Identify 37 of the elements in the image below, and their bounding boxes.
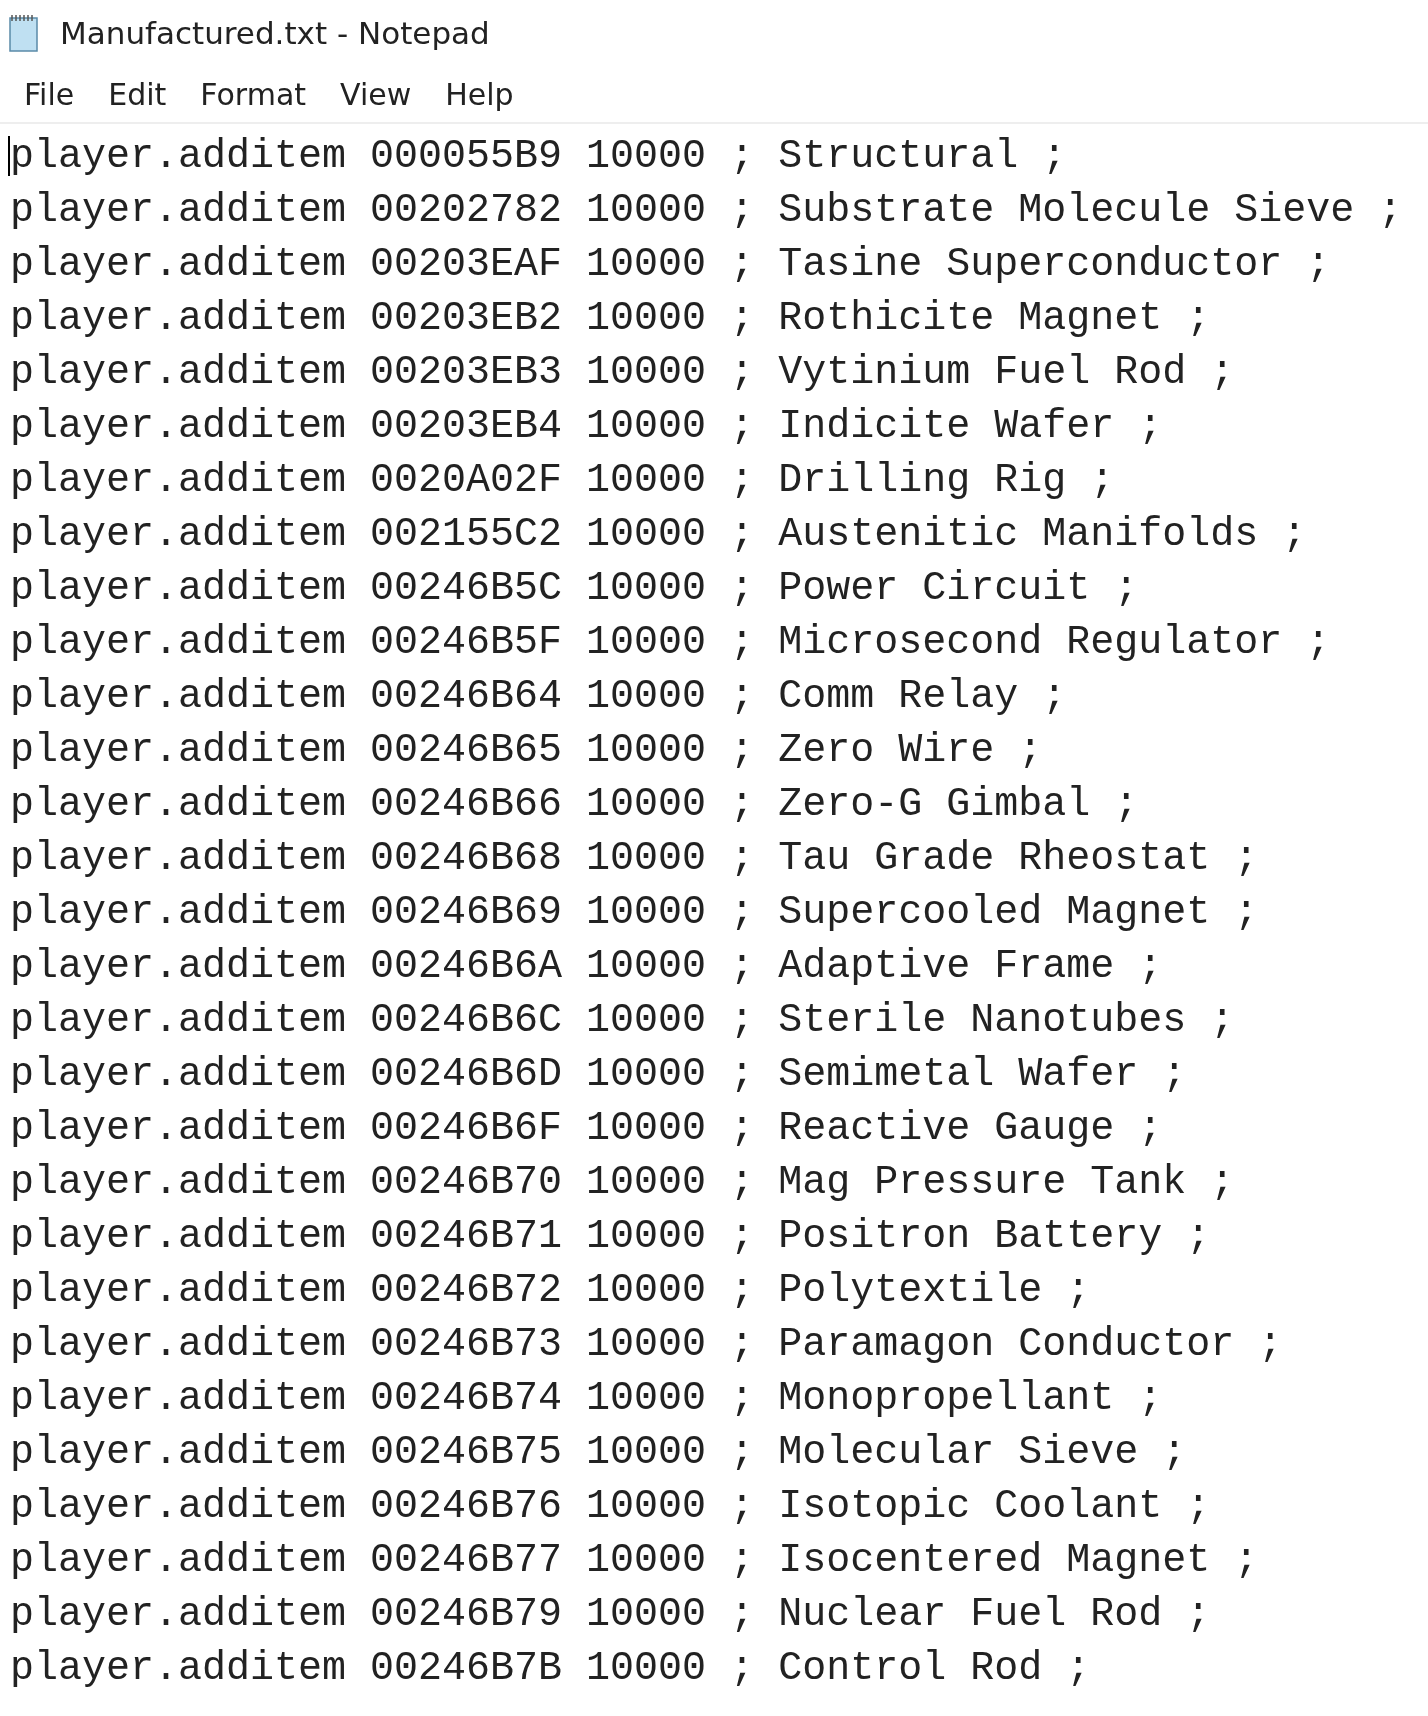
menu-item[interactable]: Edit	[102, 76, 173, 112]
menu-item[interactable]: Format	[194, 76, 313, 112]
text-line: player.additem 002155C2 10000 ; Austenitic Manifolds ;	[10, 511, 1307, 557]
text-line: player.additem 00246B75 10000 ; Molecular Sieve ;	[10, 1429, 1187, 1475]
menu-item[interactable]: File	[18, 76, 81, 112]
text-cursor	[8, 136, 10, 176]
text-line: player.additem 00246B72 10000 ; Polytextile ;	[10, 1267, 1091, 1313]
window-title: Manufactured.txt - Notepad	[60, 15, 490, 51]
text-line: player.additem 00203EAF 10000 ; Tasine Superconductor ;	[10, 241, 1331, 287]
text-line: player.additem 00246B70 10000 ; Mag Pressure Tank ;	[10, 1159, 1235, 1205]
text-line: player.additem 00246B69 10000 ; Supercooled Magnet ;	[10, 889, 1259, 935]
text-line: player.additem 00203EB4 10000 ; Indicite Wafer ;	[10, 403, 1163, 449]
notepad-icon	[8, 13, 40, 53]
menu-item[interactable]: Help	[439, 76, 520, 112]
text-line: player.additem 00246B77 10000 ; Isocentered Magnet ;	[10, 1537, 1259, 1583]
text-line: player.additem 00246B6F 10000 ; Reactive Gauge ;	[10, 1105, 1163, 1151]
text-line: player.additem 0020A02F 10000 ; Drilling Rig ;	[10, 457, 1115, 503]
text-line: player.additem 00246B6D 10000 ; Semimetal Wafer ;	[10, 1051, 1187, 1097]
text-line: player.additem 00202782 10000 ; Substrate Molecule Sieve ;	[10, 187, 1403, 233]
text-line: player.additem 00246B79 10000 ; Nuclear Fuel Rod ;	[10, 1591, 1211, 1637]
text-line: player.additem 00246B68 10000 ; Tau Grade Rheostat ;	[10, 835, 1259, 881]
text-line: player.additem 000055B9 10000 ; Structural ;	[10, 133, 1067, 179]
text-line: player.additem 00246B64 10000 ; Comm Relay ;	[10, 673, 1067, 719]
menu-item[interactable]: View	[334, 76, 418, 112]
text-line: player.additem 00246B7B 10000 ; Control Rod ;	[10, 1645, 1091, 1691]
text-line: player.additem 00246B66 10000 ; Zero-G Gimbal ;	[10, 781, 1139, 827]
text-line: player.additem 00203EB2 10000 ; Rothicite Magnet ;	[10, 295, 1211, 341]
text-line: player.additem 00246B71 10000 ; Positron Battery ;	[10, 1213, 1211, 1259]
text-line: player.additem 00246B6C 10000 ; Sterile Nanotubes ;	[10, 997, 1235, 1043]
text-line: player.additem 00246B65 10000 ; Zero Wire ;	[10, 727, 1043, 773]
text-line: player.additem 00246B76 10000 ; Isotopic Coolant ;	[10, 1483, 1211, 1529]
text-line: player.additem 00203EB3 10000 ; Vytinium Fuel Rod ;	[10, 349, 1235, 395]
text-line: player.additem 00246B6A 10000 ; Adaptive Frame ;	[10, 943, 1163, 989]
text-line: player.additem 00246B74 10000 ; Monopropellant ;	[10, 1375, 1163, 1421]
text-line: player.additem 00246B73 10000 ; Paramagon Conductor ;	[10, 1321, 1283, 1367]
text-line: player.additem 00246B5C 10000 ; Power Circuit ;	[10, 565, 1139, 611]
text-line: player.additem 00246B5F 10000 ; Microsecond Regulator ;	[10, 619, 1331, 665]
